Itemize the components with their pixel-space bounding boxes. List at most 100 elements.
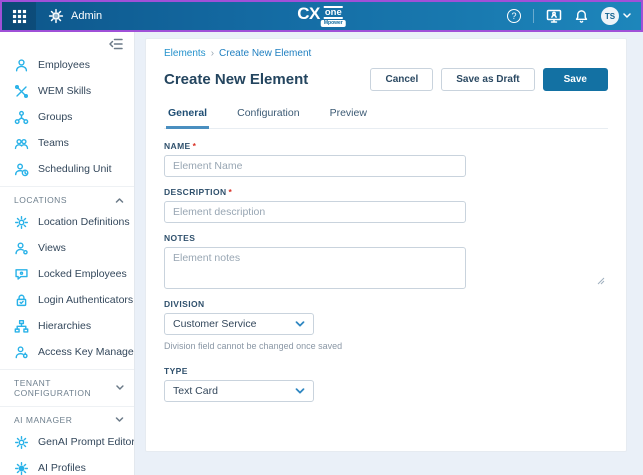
sidebar-item-label: AI Profiles (38, 462, 86, 474)
notes-textarea[interactable] (164, 247, 466, 289)
sidebar-item-label: Hierarchies (38, 320, 91, 332)
section-header-label: AI MANAGER (14, 415, 72, 425)
division-label: DIVISION (164, 299, 608, 309)
division-select[interactable]: Customer Service (164, 313, 314, 335)
user-menu[interactable]: TS (601, 7, 631, 25)
cancel-button[interactable]: Cancel (370, 68, 433, 91)
top-header: Admin CX one Mpower ? TS (0, 0, 643, 32)
sidebar-item-employees[interactable]: Employees (0, 52, 134, 78)
section-header-label: TENANT CONFIGURATION (14, 378, 116, 398)
sidebar-item-groups[interactable]: Groups (0, 104, 134, 130)
resize-handle-icon[interactable] (597, 277, 605, 285)
monitor-icon[interactable] (546, 8, 562, 24)
cxone-logo: CX one Mpower (297, 5, 346, 27)
sidebar-item-label: Location Definitions (38, 216, 130, 228)
type-label: TYPE (164, 366, 608, 376)
sidebar-item-wem-skills[interactable]: WEM Skills (0, 78, 134, 104)
help-icon[interactable]: ? (507, 9, 521, 23)
sidebar-item-label: Access Key Manager (38, 346, 135, 358)
groups-icon (14, 110, 29, 125)
collapse-menu-icon[interactable] (108, 37, 124, 51)
tab-general[interactable]: General (166, 101, 209, 129)
sidebar-item-label: Groups (38, 111, 72, 123)
division-helper-text: Division field cannot be changed once sa… (164, 341, 608, 351)
main-area: Elements › Create New Element Create New… (135, 32, 643, 475)
create-element-card: Elements › Create New Element Create New… (145, 38, 627, 452)
sidebar-item-login-authenticators[interactable]: Login Authenticators (0, 287, 134, 313)
sidebar-item-teams[interactable]: Teams (0, 130, 134, 156)
sidebar-item-views[interactable]: Views (0, 235, 134, 261)
sidebar-item-label: Login Authenticators (38, 294, 133, 306)
help-glyph: ? (511, 11, 516, 21)
person-key-icon (14, 345, 29, 360)
required-asterisk: * (193, 141, 197, 151)
sidebar-item-location-definitions[interactable]: Location Definitions (0, 209, 134, 235)
sidebar-item-label: GenAI Prompt Editor (38, 436, 135, 448)
element-form: NAME* DESCRIPTION* NOTES (164, 141, 608, 402)
admin-gear-icon (48, 8, 64, 24)
required-asterisk: * (229, 187, 233, 197)
page-title: Create New Element (164, 71, 308, 88)
notifications-bell-icon[interactable] (574, 9, 589, 24)
sidebar-section-tenant-configuration[interactable]: TENANT CONFIGURATION (0, 369, 134, 402)
hierarchy-tree-icon (14, 319, 29, 334)
gear-icon (14, 215, 29, 230)
gear-solid-icon (14, 461, 29, 475)
notes-label: NOTES (164, 233, 608, 243)
save-button[interactable]: Save (543, 68, 608, 91)
current-app-selector[interactable]: Admin (48, 8, 102, 24)
sidebar-item-ai-profiles[interactable]: AI Profiles (0, 455, 134, 475)
chevron-down-icon (295, 321, 305, 328)
chat-lock-icon (14, 267, 29, 282)
tab-configuration[interactable]: Configuration (235, 101, 301, 128)
person-clock-icon (14, 162, 29, 177)
chevron-down-icon (295, 388, 305, 395)
sidebar-item-label: Employees (38, 59, 90, 71)
teams-icon (14, 136, 29, 151)
description-input[interactable] (164, 201, 466, 223)
section-header-label: LOCATIONS (14, 195, 67, 205)
sidebar-item-locked-employees[interactable]: Locked Employees (0, 261, 134, 287)
breadcrumb-separator: › (211, 48, 214, 59)
tab-preview[interactable]: Preview (328, 101, 369, 128)
person-icon (14, 58, 29, 73)
sidebar-item-label: Locked Employees (38, 268, 127, 280)
logo-one-text: one (324, 6, 343, 19)
save-as-draft-button[interactable]: Save as Draft (441, 68, 534, 91)
sidebar-item-label: WEM Skills (38, 85, 91, 97)
logo-cx-text: CX (297, 5, 320, 22)
breadcrumb: Elements › Create New Element (164, 48, 608, 59)
logo-badge: Mpower (321, 20, 346, 27)
sidebar-item-scheduling-unit[interactable]: Scheduling Unit (0, 156, 134, 182)
name-label: NAME* (164, 141, 608, 151)
description-label: DESCRIPTION* (164, 187, 608, 197)
grid-icon (12, 9, 27, 24)
gear-icon (14, 435, 29, 450)
breadcrumb-elements-link[interactable]: Elements (164, 48, 206, 59)
sidebar-item-label: Views (38, 242, 66, 254)
breadcrumb-current: Create New Element (219, 48, 311, 59)
type-value: Text Card (173, 385, 218, 397)
sidebar-item-genai-prompt-editor[interactable]: GenAI Prompt Editor (0, 429, 134, 455)
chevron-down-icon (623, 13, 631, 19)
app-label: Admin (71, 10, 102, 22)
sidebar-item-access-key-manager[interactable]: Access Key Manager (0, 339, 134, 365)
name-input[interactable] (164, 155, 466, 177)
app-launcher-button[interactable] (2, 2, 36, 30)
sidebar-item-hierarchies[interactable]: Hierarchies (0, 313, 134, 339)
chevron-down-icon (115, 417, 124, 423)
sidebar: Employees WEM Skills Groups Teams Schedu… (0, 32, 135, 475)
chevron-down-icon (116, 385, 124, 391)
person-badge-icon (14, 241, 29, 256)
type-select[interactable]: Text Card (164, 380, 314, 402)
division-value: Customer Service (173, 318, 256, 330)
sidebar-section-locations[interactable]: LOCATIONS (0, 186, 134, 209)
chevron-up-icon (115, 197, 124, 203)
header-divider (533, 9, 534, 23)
sidebar-section-ai-manager[interactable]: AI MANAGER (0, 406, 134, 429)
lock-check-icon (14, 293, 29, 308)
avatar: TS (601, 7, 619, 25)
sidebar-item-label: Teams (38, 137, 69, 149)
sidebar-item-label: Scheduling Unit (38, 163, 112, 175)
skills-icon (14, 84, 29, 99)
